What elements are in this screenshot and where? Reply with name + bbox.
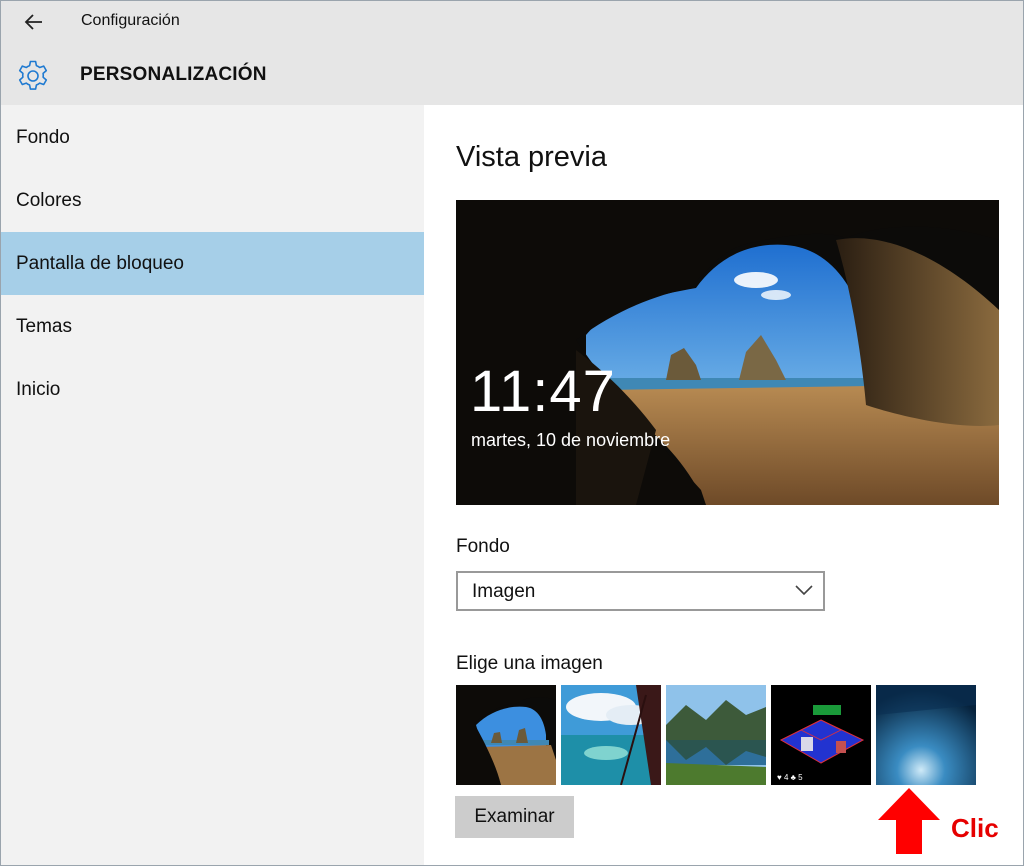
sidebar-item-label: Temas xyxy=(16,316,72,337)
section-title: PERSONALIZACIÓN xyxy=(80,64,267,85)
chevron-down-icon xyxy=(795,583,813,596)
click-annotation: Clic xyxy=(951,813,999,843)
sidebar-item-temas[interactable]: Temas xyxy=(1,295,424,358)
dropdown-value: Imagen xyxy=(472,581,536,602)
preview-clock: 11:47 xyxy=(470,359,616,424)
choose-image-label: Elige una imagen xyxy=(456,653,603,674)
sidebar-item-label: Pantalla de bloqueo xyxy=(16,253,184,274)
sidebar-item-pantalla-de-bloqueo[interactable]: Pantalla de bloqueo xyxy=(1,232,424,295)
preview-date: martes, 10 de noviembre xyxy=(471,430,671,450)
sidebar-item-fondo[interactable]: Fondo xyxy=(1,106,424,169)
thumbnail-isometric-game[interactable]: ♥ 4 ♣ 5 xyxy=(771,685,871,785)
svg-text:♥ 4 ♣ 5: ♥ 4 ♣ 5 xyxy=(777,773,803,782)
app-title: Configuración xyxy=(81,12,180,29)
lock-screen-preview: 11:47 martes, 10 de noviembre xyxy=(456,200,999,505)
sidebar-item-label: Inicio xyxy=(16,379,61,400)
background-dropdown[interactable]: Imagen xyxy=(456,571,825,611)
back-arrow-icon[interactable] xyxy=(21,9,49,35)
title-bar: Configuración PERSONALIZACIÓN xyxy=(1,1,1023,105)
background-label: Fondo xyxy=(456,536,510,557)
thumbnail-cave-beach[interactable] xyxy=(456,685,556,785)
sidebar-item-label: Colores xyxy=(16,190,82,211)
sidebar-item-inicio[interactable]: Inicio xyxy=(1,358,424,421)
main-content: Vista previa 11:47 martes, 10 de noviemb… xyxy=(424,105,1023,865)
sidebar: Fondo Colores Pantalla de bloqueo Temas … xyxy=(1,105,424,865)
browse-button[interactable]: Examinar xyxy=(455,796,574,838)
thumbnail-sky-ocean[interactable] xyxy=(561,685,661,785)
preview-heading: Vista previa xyxy=(456,141,607,173)
preview-image xyxy=(456,200,999,505)
sidebar-item-label: Fondo xyxy=(16,127,70,148)
red-up-arrow-icon xyxy=(876,786,942,856)
gear-icon xyxy=(15,58,51,94)
thumbnail-ice-cave[interactable] xyxy=(876,685,976,785)
sidebar-item-colores[interactable]: Colores xyxy=(1,169,424,232)
thumbnail-mountain-lake[interactable] xyxy=(666,685,766,785)
